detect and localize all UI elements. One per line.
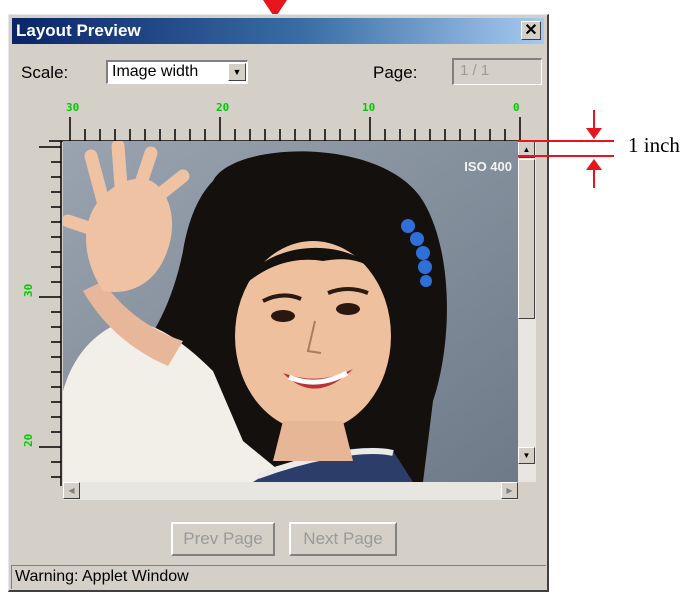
- arrow-down-icon[interactable]: ▼: [518, 447, 535, 464]
- page-label: Page:: [373, 63, 418, 82]
- dimension-label: 1 inch: [628, 133, 680, 157]
- next-page-button[interactable]: Next Page: [289, 522, 397, 556]
- scale-value: Image width: [112, 63, 199, 80]
- arrow-right-icon[interactable]: ▶: [501, 482, 518, 499]
- portrait-photo: [63, 141, 518, 482]
- dimension-annotation: [518, 110, 614, 188]
- prev-page-button[interactable]: Prev Page: [171, 522, 275, 556]
- arrow-left-icon[interactable]: ◀: [63, 482, 80, 499]
- close-button[interactable]: ✕: [521, 21, 541, 40]
- scale-label: Scale:: [21, 63, 69, 82]
- close-icon: ✕: [524, 22, 538, 39]
- ruler-label: 30: [66, 101, 79, 114]
- left-ruler: 30 20: [22, 141, 62, 486]
- ruler-label: 20: [216, 101, 229, 114]
- chevron-down-icon[interactable]: ▼: [228, 63, 246, 81]
- top-ruler: 30 20 10 0: [49, 101, 521, 142]
- ruler-label: 20: [22, 434, 35, 447]
- ruler-label: 10: [362, 101, 375, 114]
- title-bar[interactable]: Layout Preview ✕: [12, 18, 544, 44]
- layout-preview-window: Layout Preview ✕ Scale: Image width ▼ Pa…: [8, 14, 549, 592]
- preview-image: ISO 400: [63, 141, 518, 482]
- page-field[interactable]: 1 / 1: [452, 58, 542, 85]
- window-title: Layout Preview: [16, 21, 141, 40]
- ruler-label: 30: [22, 284, 35, 297]
- scale-select[interactable]: Image width ▼: [106, 60, 248, 84]
- iso-overlay-text: ISO 400: [464, 159, 512, 174]
- vertical-scrollbar[interactable]: ▲ ▼: [518, 141, 536, 482]
- horizontal-scrollbar[interactable]: ◀ ▶: [63, 482, 518, 500]
- status-bar: Warning: Applet Window: [11, 565, 546, 589]
